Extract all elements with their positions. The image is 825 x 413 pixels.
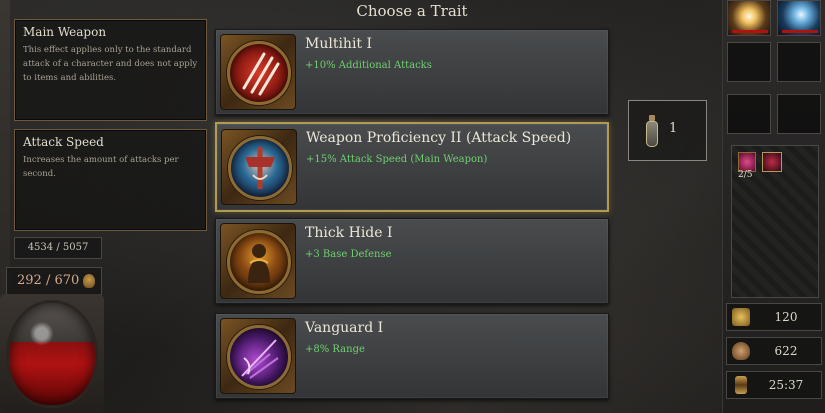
trait-effect: +3 Base Defense <box>305 249 392 260</box>
souls-value: 622 <box>774 344 798 358</box>
claw-slash-icon <box>220 34 296 110</box>
trait-card-weapon-proficiency[interactable]: Weapon Proficiency II (Attack Speed) +15… <box>215 122 609 212</box>
inventory-slot[interactable] <box>727 94 771 134</box>
time-counter: 25:37 <box>726 371 822 399</box>
trait-effect: +15% Attack Speed (Main Weapon) <box>306 154 488 165</box>
hourglass-icon <box>735 376 747 394</box>
gold-coins-icon <box>732 308 750 326</box>
trait-name: Weapon Proficiency II (Attack Speed) <box>306 130 572 146</box>
skull-icon <box>732 342 750 360</box>
info-box-attack-speed: Attack Speed Increases the amount of att… <box>14 129 207 231</box>
potion-bottle-icon <box>645 115 659 147</box>
trait-card-vanguard[interactable]: Vanguard I +8% Range <box>215 313 609 399</box>
potion-slot[interactable]: 1 <box>628 100 707 161</box>
info-title: Main Weapon <box>23 25 107 39</box>
potion-count: 1 <box>669 121 678 136</box>
lightning-icon[interactable] <box>777 0 821 36</box>
buff-icon-red[interactable] <box>738 152 756 172</box>
weapon-proficiency-icon <box>221 129 297 205</box>
time-value: 25:37 <box>768 378 804 392</box>
info-description: This effect applies only to the standard… <box>23 45 198 83</box>
trait-card-thick-hide[interactable]: Thick Hide I +3 Base Defense <box>215 218 609 304</box>
info-title: Attack Speed <box>23 135 104 149</box>
buff-counter: 2/5 <box>738 170 753 180</box>
health-orb <box>6 300 98 408</box>
info-box-main-weapon: Main Weapon This effect applies only to … <box>14 19 207 121</box>
inventory-slot[interactable] <box>727 42 771 82</box>
page-title: Choose a Trait <box>356 2 468 20</box>
trait-effect: +8% Range <box>305 344 365 355</box>
gold-counter: 120 <box>726 303 822 331</box>
inventory-slot[interactable] <box>777 94 821 134</box>
trait-effect: +10% Additional Attacks <box>305 60 432 71</box>
gold-value: 120 <box>774 310 798 324</box>
trait-name: Vanguard I <box>305 320 384 336</box>
inventory-slot[interactable] <box>777 42 821 82</box>
holy-burst-icon[interactable] <box>727 0 771 36</box>
trait-name: Multihit I <box>305 36 373 52</box>
health-display: 292 / 670 <box>6 267 102 295</box>
buff-icon-dark[interactable] <box>762 152 782 172</box>
buff-panel: 2/5 <box>731 145 819 298</box>
info-description: Increases the amount of attacks per seco… <box>23 155 179 179</box>
heart-icon <box>83 274 95 288</box>
thick-hide-icon <box>220 223 296 299</box>
health-value: 292 / 670 <box>17 273 80 288</box>
souls-counter: 622 <box>726 337 822 365</box>
trait-name: Thick Hide I <box>305 225 393 241</box>
trait-card-multihit[interactable]: Multihit I +10% Additional Attacks <box>215 29 609 115</box>
vanguard-icon <box>220 318 296 394</box>
experience-bar: 4534 / 5057 <box>14 237 102 259</box>
